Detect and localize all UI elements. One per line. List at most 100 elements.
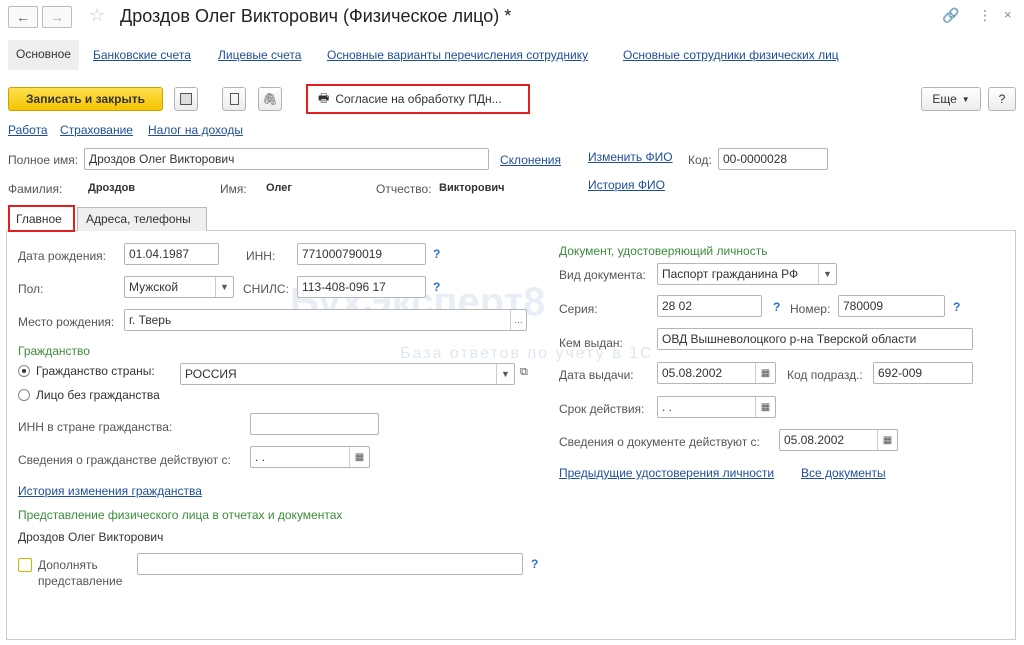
issue-date-value: 05.08.2002 [662,366,723,380]
star-icon[interactable]: ☆ [89,5,105,26]
calendar-icon[interactable]: ▦ [877,430,897,450]
code-input[interactable]: 00-0000028 [718,148,828,170]
link-insurance[interactable]: Страхование [60,123,133,137]
valid-from-label: Сведения о документе действуют с: [559,435,760,449]
fio-history-link[interactable]: История ФИО [588,178,665,192]
open-icon[interactable]: ⧉ [520,366,528,379]
link-income-tax[interactable]: Налог на доходы [148,123,243,137]
representation-value: Дроздов Олег Викторович [18,530,164,544]
ellipsis-icon[interactable]: … [510,310,526,330]
chevron-down-icon: ▼ [961,94,970,104]
full-name-input[interactable]: Дроздов Олег Викторович [84,148,489,170]
link-icon[interactable]: 🔗 [942,7,959,24]
tab-payment-variants[interactable]: Основные варианты перечисления сотрудник… [327,48,588,62]
full-name-label: Полное имя: [8,153,79,167]
number-input[interactable]: 780009 [838,295,945,317]
series-help[interactable]: ? [773,300,780,314]
citizenship-history-link[interactable]: История изменения гражданства [18,484,202,498]
consent-button[interactable]: 🖶 Согласие на обработку ПДн... [310,88,526,110]
citizenship-since-input[interactable]: . . ▦ [250,446,370,468]
validity-input[interactable]: . . ▦ [657,396,776,418]
tab-general-highlight: Главное [8,205,75,232]
link-work[interactable]: Работа [8,123,48,137]
chevron-down-icon[interactable]: ▼ [496,364,514,384]
number-label: Номер: [790,302,831,316]
change-fio-link[interactable]: Изменить ФИО [588,150,673,164]
prev-docs-link[interactable]: Предыдущие удостоверения личности [559,466,774,480]
valid-from-input[interactable]: 05.08.2002 ▦ [779,429,898,451]
chevron-down-icon[interactable]: ▼ [215,277,233,297]
inn-label: ИНН: [246,249,276,263]
window-title: Дроздов Олег Викторович (Физическое лицо… [120,6,512,26]
tab-main-employees[interactable]: Основные сотрудники физических лиц [623,48,839,62]
stateless-radio[interactable]: Лицо без гражданства [18,388,160,402]
number-help[interactable]: ? [953,300,960,314]
attach-button[interactable]: 🖇 [258,87,282,111]
chevron-down-icon[interactable]: ▼ [818,264,836,284]
declensions-link[interactable]: Склонения [500,153,561,167]
stateless-label: Лицо без гражданства [36,388,160,402]
foreign-inn-label: ИНН в стране гражданства: [18,420,173,434]
more-button[interactable]: Еще ▼ [921,87,981,111]
issued-by-input[interactable]: ОВД Вышневолоцкого р-на Тверской области [657,328,973,350]
citizenship-since-value: . . [255,450,266,464]
doc-header: Документ, удостоверяющий личность [559,244,768,258]
name-label: Имя: [220,182,247,196]
forward-button[interactable]: → [42,6,72,28]
arrow-left-icon: ← [16,9,30,25]
validity-label: Срок действия: [559,402,645,416]
gender-value: Мужской [129,280,179,294]
patronymic-value: Викторович [439,182,505,194]
foreign-inn-input[interactable] [250,413,379,435]
tab-personal-accounts[interactable]: Лицевые счета [218,48,301,62]
calendar-icon[interactable]: ▦ [755,363,775,383]
help-button[interactable]: ? [988,87,1016,111]
tab-addresses[interactable]: Адреса, телефоны [77,207,207,231]
citizen-country-radio[interactable]: Гражданство страны: [18,364,155,378]
valid-from-value: 05.08.2002 [784,433,845,447]
tab-main-section[interactable]: Основное [8,40,79,70]
doc-type-select[interactable]: Паспорт гражданина РФ ▼ [657,263,837,285]
inn-help[interactable]: ? [433,247,440,261]
validity-value: . . [662,400,673,414]
printer-icon: 🖶 [318,90,330,105]
document-icon [229,93,239,105]
radio-on-icon [18,365,30,377]
patronymic-label: Отчество: [376,182,432,196]
country-select[interactable]: РОССИЯ ▼ [180,363,515,385]
consent-highlight: 🖶 Согласие на обработку ПДн... [306,84,530,114]
supplement-help[interactable]: ? [531,557,538,571]
birthplace-label: Место рождения: [18,315,115,329]
document-button[interactable] [222,87,246,111]
issue-date-input[interactable]: 05.08.2002 ▦ [657,362,776,384]
dept-code-input[interactable]: 692-009 [873,362,973,384]
save-close-button[interactable]: Записать и закрыть [8,87,163,111]
calendar-icon[interactable]: ▦ [349,447,369,467]
citizenship-since-label: Сведения о гражданстве действуют с: [18,453,231,467]
menu-dots-icon[interactable]: ⋮ [978,7,992,24]
tab-bank-accounts[interactable]: Банковские счета [93,48,191,62]
citizen-country-label: Гражданство страны: [36,364,155,378]
close-icon[interactable]: × [1004,7,1012,22]
supplement-checkbox[interactable] [18,558,32,572]
snils-label: СНИЛС: [243,282,289,296]
birth-input[interactable]: 01.04.1987 [124,243,219,265]
inn-input[interactable]: 771000790019 [297,243,426,265]
snils-help[interactable]: ? [433,280,440,294]
tab-general[interactable]: Главное [10,207,73,231]
supplement-input[interactable] [137,553,523,575]
all-docs-link[interactable]: Все документы [801,466,886,480]
floppy-icon [180,93,192,105]
series-label: Серия: [559,302,598,316]
back-button[interactable]: ← [8,6,38,28]
paperclip-icon: 🖇 [262,92,278,106]
snils-input[interactable]: 113-408-096 17 [297,276,426,298]
birth-label: Дата рождения: [18,249,106,263]
birthplace-input[interactable]: г. Тверь… [124,309,527,331]
issue-date-label: Дата выдачи: [559,368,634,382]
save-button[interactable] [174,87,198,111]
gender-select[interactable]: Мужской ▼ [124,276,234,298]
calendar-icon[interactable]: ▦ [755,397,775,417]
series-input[interactable]: 28 02 [657,295,762,317]
surname-value: Дроздов [88,182,136,194]
